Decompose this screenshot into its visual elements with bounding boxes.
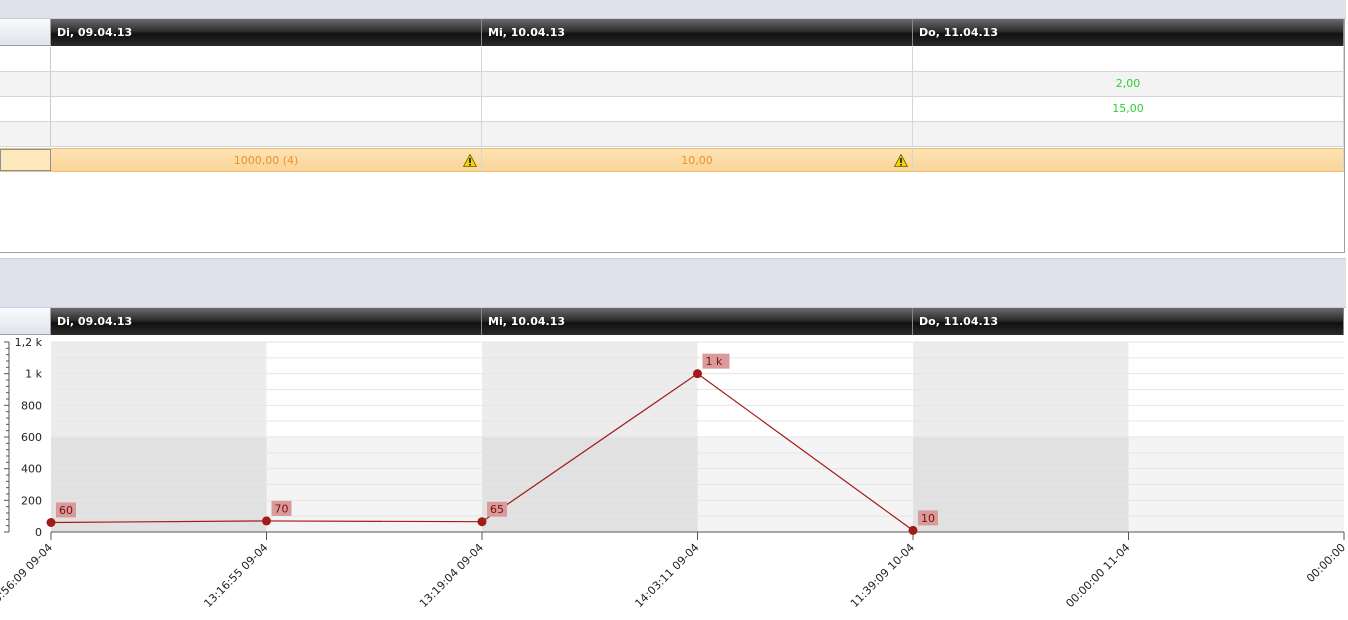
table-cell[interactable] <box>51 47 482 71</box>
column-header-day-3[interactable]: Do, 11.04.13 <box>913 19 1344 46</box>
y-tick-label: 800 <box>21 399 42 412</box>
grid-corner-header[interactable] <box>0 19 51 46</box>
table-cell[interactable] <box>51 97 482 121</box>
column-header-day-1[interactable]: Di, 09.04.13 <box>51 19 482 46</box>
cell-value: 10,00 <box>681 154 713 167</box>
row-header[interactable] <box>0 72 51 96</box>
panel-top-strip <box>0 0 1346 19</box>
line-chart: 0 200 400 600 800 1 k 1,2 k 09:56:09 09-04 13:16… <box>0 336 1348 610</box>
data-point <box>262 516 271 526</box>
data-label: 60 <box>59 504 73 517</box>
table-cell[interactable] <box>913 122 1344 146</box>
cell-value: 1000,00 (4) <box>233 154 299 167</box>
chart-header-day-3[interactable]: Do, 11.04.13 <box>913 308 1344 335</box>
chart-day-header: Di, 09.04.13 Mi, 10.04.13 Do, 11.04.13 <box>0 308 1344 335</box>
chart-corner-header <box>0 308 51 335</box>
data-point <box>46 518 56 527</box>
x-tick-label: 13:19:04 09-04 <box>417 541 486 610</box>
y-tick-label: 600 <box>21 431 42 444</box>
data-point <box>908 525 918 535</box>
x-tick-label: 09:56:09 09-04 <box>0 541 55 610</box>
column-header-day-2[interactable]: Mi, 10.04.13 <box>482 19 913 46</box>
chart-toolbar-strip <box>0 258 1346 308</box>
row-header-selected[interactable] <box>0 149 51 171</box>
table-cell[interactable] <box>51 72 482 96</box>
chart-header-day-2[interactable]: Mi, 10.04.13 <box>482 308 913 335</box>
table-row-selected[interactable]: 1000,00 (4) 10,00 <box>0 148 1344 172</box>
table-cell[interactable]: 15,00 <box>913 97 1344 121</box>
chart-header-day-1[interactable]: Di, 09.04.13 <box>51 308 482 335</box>
table-cell[interactable] <box>482 72 913 96</box>
y-tick-label: 1 k <box>25 368 42 381</box>
x-tick-label: 00:00:00 <box>1304 541 1348 585</box>
data-label: 65 <box>490 503 504 516</box>
y-tick-label: 400 <box>21 463 42 476</box>
data-label: 1 k <box>706 355 723 368</box>
table-cell[interactable] <box>482 47 913 71</box>
table-cell[interactable] <box>482 122 913 146</box>
x-tick-label: 11:39:09 10-04 <box>848 541 917 610</box>
data-point <box>477 517 487 527</box>
x-tick-label: 14:03:11 09-04 <box>632 541 701 610</box>
y-tick-label: 200 <box>21 494 42 507</box>
table-row[interactable]: 2,00 <box>0 72 1344 97</box>
table-row[interactable] <box>0 122 1344 147</box>
row-header[interactable] <box>0 122 51 146</box>
data-point <box>693 369 702 379</box>
y-tick-label: 1,2 k <box>15 336 43 349</box>
table-cell-warning[interactable]: 10,00 <box>482 149 913 171</box>
row-header[interactable] <box>0 97 51 121</box>
table-cell-warning[interactable]: 1000,00 (4) <box>51 149 482 171</box>
table-cell[interactable] <box>913 149 1344 171</box>
x-tick-label: 13:16:55 09-04 <box>201 541 270 610</box>
table-cell[interactable] <box>482 97 913 121</box>
y-tick-label: 0 <box>35 526 42 539</box>
data-label: 10 <box>921 512 935 525</box>
data-label: 70 <box>275 502 289 515</box>
warning-icon <box>463 154 477 167</box>
row-header[interactable] <box>0 47 51 71</box>
table-row[interactable]: 15,00 <box>0 97 1344 122</box>
data-grid: Di, 09.04.13 Mi, 10.04.13 Do, 11.04.13 2… <box>0 19 1345 253</box>
table-cell[interactable] <box>913 47 1344 71</box>
table-row[interactable] <box>0 47 1344 72</box>
x-tick-label: 00:00:00 11-04 <box>1063 541 1132 610</box>
table-cell[interactable]: 2,00 <box>913 72 1344 96</box>
table-cell[interactable] <box>51 122 482 146</box>
warning-icon <box>894 154 908 167</box>
